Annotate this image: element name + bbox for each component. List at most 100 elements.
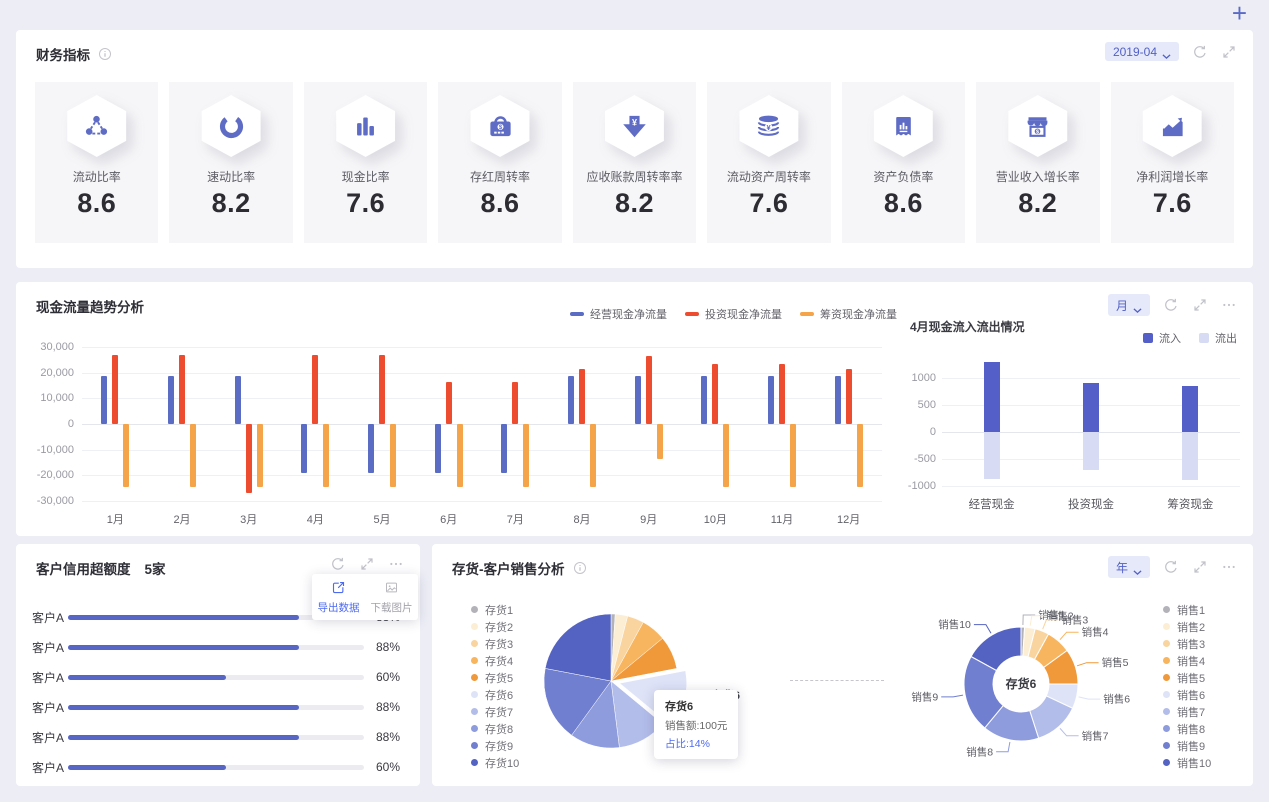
export-data-menu-item[interactable]: 导出数据	[312, 580, 365, 615]
bar-流入[interactable]	[1182, 386, 1199, 432]
legend-item[interactable]: 经营现金净流量	[570, 306, 667, 322]
metric-card[interactable]: $ 营业收入增长率 8.2	[976, 82, 1100, 243]
credit-bar-track[interactable]	[68, 734, 364, 740]
bar-筹资现金净流量[interactable]	[590, 424, 596, 487]
download-image-menu-item[interactable]: 下载图片	[365, 580, 418, 615]
legend-item[interactable]: 销售8	[1163, 720, 1211, 737]
more-icon[interactable]	[1221, 297, 1237, 313]
legend-item[interactable]: 销售4	[1163, 652, 1211, 669]
metric-card[interactable]: ¥ 应收账款周转率率 8.2	[572, 82, 697, 243]
bar-经营现金净流量[interactable]	[834, 376, 841, 424]
metric-card[interactable]: ¥ 流动资产周转率 7.6	[707, 82, 831, 243]
legend-item[interactable]: 存货3	[471, 635, 519, 652]
bar-筹资现金净流量[interactable]	[323, 424, 330, 487]
legend-item[interactable]: 流入	[1143, 330, 1181, 346]
bar-投资现金净流量[interactable]	[845, 368, 852, 424]
bar-筹资现金净流量[interactable]	[523, 424, 530, 487]
bar-筹资现金净流量[interactable]	[723, 424, 730, 487]
legend-item[interactable]: 存货8	[471, 720, 519, 737]
metric-card[interactable]: 流动比率 8.6	[35, 82, 159, 243]
bar-经营现金净流量[interactable]	[368, 424, 374, 473]
expand-icon[interactable]	[1192, 297, 1208, 313]
bar-经营现金净流量[interactable]	[301, 424, 308, 473]
legend-item[interactable]: 销售1	[1163, 601, 1211, 618]
legend-item[interactable]: 存货7	[471, 703, 519, 720]
bar-经营现金净流量[interactable]	[434, 424, 441, 473]
bar-投资现金净流量[interactable]	[579, 368, 585, 424]
credit-bar-track[interactable]	[68, 644, 364, 650]
bar-筹资现金净流量[interactable]	[656, 424, 663, 459]
bar-经营现金净流量[interactable]	[701, 376, 708, 424]
date-selector[interactable]: 2019-04	[1104, 42, 1179, 61]
credit-bar-track[interactable]	[68, 704, 364, 710]
info-icon[interactable]	[98, 47, 112, 61]
bar-筹资现金净流量[interactable]	[456, 424, 463, 487]
metric-card[interactable]: 净利润增长率 7.6	[1110, 82, 1234, 243]
bar-经营现金净流量[interactable]	[234, 376, 241, 424]
bar-投资现金净流量[interactable]	[112, 354, 119, 424]
april-inout-chart[interactable]: 1000 500 0 -500 -1000 经营现金 投资现金 筹资现金	[900, 360, 1250, 516]
legend-item[interactable]: 销售7	[1163, 703, 1211, 720]
bar-经营现金净流量[interactable]	[768, 376, 774, 424]
expand-icon[interactable]	[359, 556, 375, 572]
legend-item[interactable]: 销售2	[1163, 618, 1211, 635]
bar-经营现金净流量[interactable]	[101, 376, 108, 424]
bar-投资现金净流量[interactable]	[712, 363, 719, 424]
legend-item[interactable]: 销售10	[1163, 754, 1211, 771]
sales-donut-chart[interactable]: 销售1销售2销售3销售4销售5销售6销售7销售8销售9销售10存货6	[862, 580, 1192, 785]
bar-筹资现金净流量[interactable]	[856, 424, 863, 487]
legend-item[interactable]: 存货2	[471, 618, 519, 635]
refresh-icon[interactable]	[330, 556, 346, 572]
bar-投资现金净流量[interactable]	[445, 381, 452, 424]
refresh-icon[interactable]	[1192, 44, 1208, 60]
bar-经营现金净流量[interactable]	[168, 376, 174, 424]
more-icon[interactable]	[388, 556, 404, 572]
expand-icon[interactable]	[1192, 559, 1208, 575]
legend-item[interactable]: 销售5	[1163, 669, 1211, 686]
bar-流出[interactable]	[1083, 432, 1099, 470]
legend-item[interactable]: 存货10	[471, 754, 519, 771]
bar-筹资现金净流量[interactable]	[390, 424, 396, 487]
bar-筹资现金净流量[interactable]	[790, 424, 796, 487]
info-icon[interactable]	[573, 561, 587, 575]
bar-经营现金净流量[interactable]	[568, 376, 574, 424]
metric-card[interactable]: 速动比率 8.2	[169, 82, 293, 243]
legend-item[interactable]: 投资现金净流量	[685, 306, 782, 322]
bar-筹资现金净流量[interactable]	[190, 424, 196, 487]
credit-bar-track[interactable]	[68, 674, 364, 680]
legend-item[interactable]: 存货1	[471, 601, 519, 618]
expand-icon[interactable]	[1221, 44, 1237, 60]
credit-bar-track[interactable]	[68, 764, 364, 770]
bar-经营现金净流量[interactable]	[501, 424, 508, 473]
bar-投资现金净流量[interactable]	[779, 363, 785, 424]
bar-投资现金净流量[interactable]	[512, 381, 519, 424]
bar-投资现金净流量[interactable]	[645, 355, 652, 424]
legend-item[interactable]: 存货6	[471, 686, 519, 703]
bar-流入[interactable]	[983, 361, 1000, 432]
legend-item[interactable]: 销售6	[1163, 686, 1211, 703]
legend-item[interactable]: 销售3	[1163, 635, 1211, 652]
more-icon[interactable]	[1221, 559, 1237, 575]
plus-icon[interactable]: +	[1232, 0, 1247, 26]
refresh-icon[interactable]	[1163, 559, 1179, 575]
period-selector[interactable]: 月	[1107, 294, 1150, 316]
metric-card[interactable]: 现金比率 7.6	[303, 82, 428, 243]
legend-item[interactable]: 存货9	[471, 737, 519, 754]
bar-投资现金净流量[interactable]	[312, 354, 319, 424]
legend-item[interactable]: 销售9	[1163, 737, 1211, 754]
legend-item[interactable]: 筹资现金净流量	[800, 306, 897, 322]
bar-投资现金净流量[interactable]	[379, 354, 385, 424]
metric-card[interactable]: $ 存红周转率 8.6	[438, 82, 562, 243]
bar-流出[interactable]	[1182, 432, 1199, 480]
bar-筹资现金净流量[interactable]	[123, 424, 130, 487]
bar-投资现金净流量[interactable]	[179, 354, 185, 424]
legend-item[interactable]: 存货4	[471, 652, 519, 669]
bar-流入[interactable]	[1083, 383, 1099, 432]
cashflow-trend-chart[interactable]: 30,000 20,000 10,000 0 -10,000 -20,000 -30,000…	[37, 322, 920, 527]
legend-item[interactable]: 存货5	[471, 669, 519, 686]
legend-item[interactable]: 流出	[1199, 330, 1237, 346]
bar-筹资现金净流量[interactable]	[256, 424, 263, 487]
metric-card[interactable]: 资产负债率 8.6	[841, 82, 966, 243]
bar-流出[interactable]	[983, 432, 1000, 479]
bar-经营现金净流量[interactable]	[634, 376, 641, 424]
